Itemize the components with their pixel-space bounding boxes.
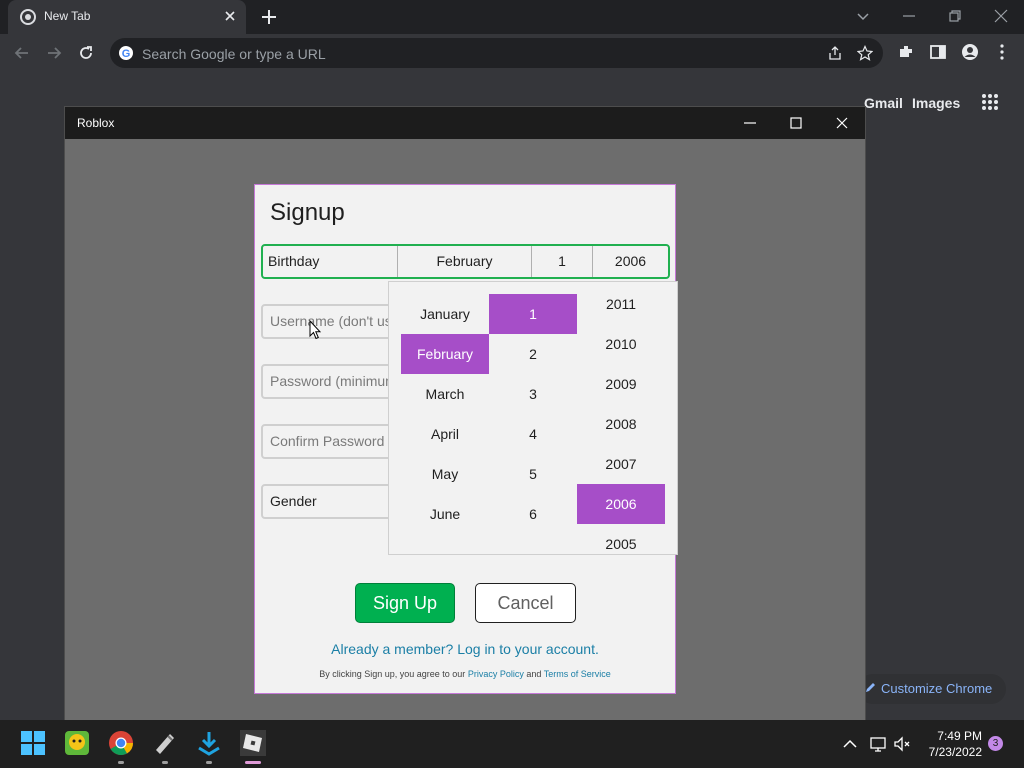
month-option[interactable]: April bbox=[401, 414, 489, 454]
chrome-taskbar-icon[interactable] bbox=[108, 730, 134, 756]
tab-new-tab[interactable]: New Tab bbox=[8, 0, 246, 34]
terms-and: and bbox=[526, 669, 542, 679]
mouse-cursor-icon bbox=[309, 320, 321, 340]
close-tab-icon[interactable] bbox=[222, 8, 238, 24]
restore-icon[interactable] bbox=[945, 6, 965, 26]
roblox-minimize-icon[interactable] bbox=[742, 115, 758, 131]
chrome-running-indicator bbox=[118, 761, 124, 764]
show-hidden-icons-icon[interactable] bbox=[841, 735, 859, 753]
back-icon[interactable] bbox=[12, 43, 32, 63]
address-bar[interactable]: G Search Google or type a URL bbox=[110, 38, 883, 68]
day-option-selected[interactable]: 1 bbox=[489, 294, 577, 334]
year-option[interactable]: 2007 bbox=[577, 444, 665, 484]
roblox-active-indicator bbox=[245, 761, 261, 764]
download-app-running-indicator bbox=[206, 761, 212, 764]
terms-notice: By clicking Sign up, you agree to our Pr… bbox=[255, 669, 675, 679]
tab-search-icon[interactable] bbox=[853, 6, 873, 26]
roblox-maximize-icon[interactable] bbox=[788, 115, 804, 131]
year-option-selected[interactable]: 2006 bbox=[577, 484, 665, 524]
day-option[interactable]: 3 bbox=[489, 374, 577, 414]
date-picker-flyout[interactable]: January February March April May June 1 … bbox=[388, 281, 678, 555]
privacy-policy-link[interactable]: Privacy Policy bbox=[468, 669, 524, 679]
new-tab-icon[interactable] bbox=[260, 8, 278, 26]
signup-title: Signup bbox=[270, 199, 345, 226]
month-option[interactable]: March bbox=[401, 374, 489, 414]
day-option[interactable]: 2 bbox=[489, 334, 577, 374]
terms-of-service-link[interactable]: Terms of Service bbox=[544, 669, 611, 679]
customize-chrome-label: Customize Chrome bbox=[881, 681, 993, 696]
svg-text:G: G bbox=[122, 48, 131, 60]
images-link[interactable]: Images bbox=[912, 95, 960, 111]
network-icon[interactable] bbox=[869, 735, 887, 753]
tab-title: New Tab bbox=[44, 9, 91, 23]
day-option[interactable]: 6 bbox=[489, 494, 577, 534]
roblox-taskbar-icon[interactable] bbox=[240, 730, 266, 756]
notification-badge[interactable]: 3 bbox=[988, 736, 1003, 751]
month-option-selected[interactable]: February bbox=[401, 334, 489, 374]
browser-toolbar: G Search Google or type a URL bbox=[0, 34, 1024, 72]
gmail-link[interactable]: Gmail bbox=[864, 95, 903, 111]
year-option[interactable]: 2011 bbox=[577, 284, 665, 324]
cancel-button[interactable]: Cancel bbox=[475, 583, 576, 623]
year-option[interactable]: 2009 bbox=[577, 364, 665, 404]
tab-strip: New Tab bbox=[0, 0, 1024, 34]
minimize-icon[interactable] bbox=[899, 6, 919, 26]
extensions-icon[interactable] bbox=[897, 43, 915, 61]
forward-icon[interactable] bbox=[44, 43, 64, 63]
birthday-label: Birthday bbox=[263, 246, 398, 277]
google-apps-icon[interactable] bbox=[981, 93, 999, 111]
usb-tool-icon[interactable] bbox=[152, 730, 178, 756]
close-window-icon[interactable] bbox=[991, 6, 1011, 26]
roblox-titlebar[interactable]: Roblox bbox=[65, 107, 865, 139]
windows-start-icon[interactable] bbox=[20, 730, 46, 756]
game-app-icon[interactable] bbox=[64, 730, 90, 756]
roblox-window-title: Roblox bbox=[77, 116, 115, 130]
chrome-menu-icon[interactable] bbox=[993, 43, 1011, 61]
month-option[interactable]: May bbox=[401, 454, 489, 494]
clock-time: 7:49 PM bbox=[937, 729, 982, 743]
birthday-day[interactable]: 1 bbox=[532, 246, 593, 277]
year-option[interactable]: 2010 bbox=[577, 324, 665, 364]
usb-tool-running-indicator bbox=[162, 761, 168, 764]
clock-date: 7/23/2022 bbox=[928, 745, 982, 759]
day-option[interactable]: 4 bbox=[489, 414, 577, 454]
profile-icon[interactable] bbox=[961, 43, 979, 61]
birthday-month[interactable]: February bbox=[398, 246, 532, 277]
reload-icon[interactable] bbox=[76, 43, 96, 63]
address-placeholder: Search Google or type a URL bbox=[142, 46, 326, 62]
side-panel-icon[interactable] bbox=[929, 43, 947, 61]
login-link[interactable]: Already a member? Log in to your account… bbox=[255, 641, 675, 657]
year-option[interactable]: 2005 bbox=[577, 524, 665, 554]
download-app-icon[interactable] bbox=[196, 730, 222, 756]
customize-chrome-button[interactable]: Customize Chrome bbox=[858, 674, 1006, 704]
birthday-field[interactable]: Birthday February 1 2006 bbox=[261, 244, 670, 279]
share-icon[interactable] bbox=[827, 45, 843, 61]
google-icon: G bbox=[119, 46, 133, 60]
chrome-favicon-icon bbox=[20, 9, 36, 25]
system-clock[interactable]: 7:49 PM 7/23/2022 bbox=[922, 728, 982, 760]
roblox-close-icon[interactable] bbox=[834, 115, 850, 131]
month-option[interactable]: January bbox=[401, 294, 489, 334]
terms-prefix: By clicking Sign up, you agree to our bbox=[319, 669, 466, 679]
bookmark-star-icon[interactable] bbox=[857, 45, 873, 61]
birthday-year[interactable]: 2006 bbox=[593, 246, 668, 277]
sign-up-button[interactable]: Sign Up bbox=[355, 583, 455, 623]
volume-muted-icon[interactable] bbox=[893, 735, 911, 753]
year-option[interactable]: 2008 bbox=[577, 404, 665, 444]
windows-taskbar: 7:49 PM 7/23/2022 bbox=[0, 720, 1024, 768]
month-option[interactable]: June bbox=[401, 494, 489, 534]
day-option[interactable]: 5 bbox=[489, 454, 577, 494]
